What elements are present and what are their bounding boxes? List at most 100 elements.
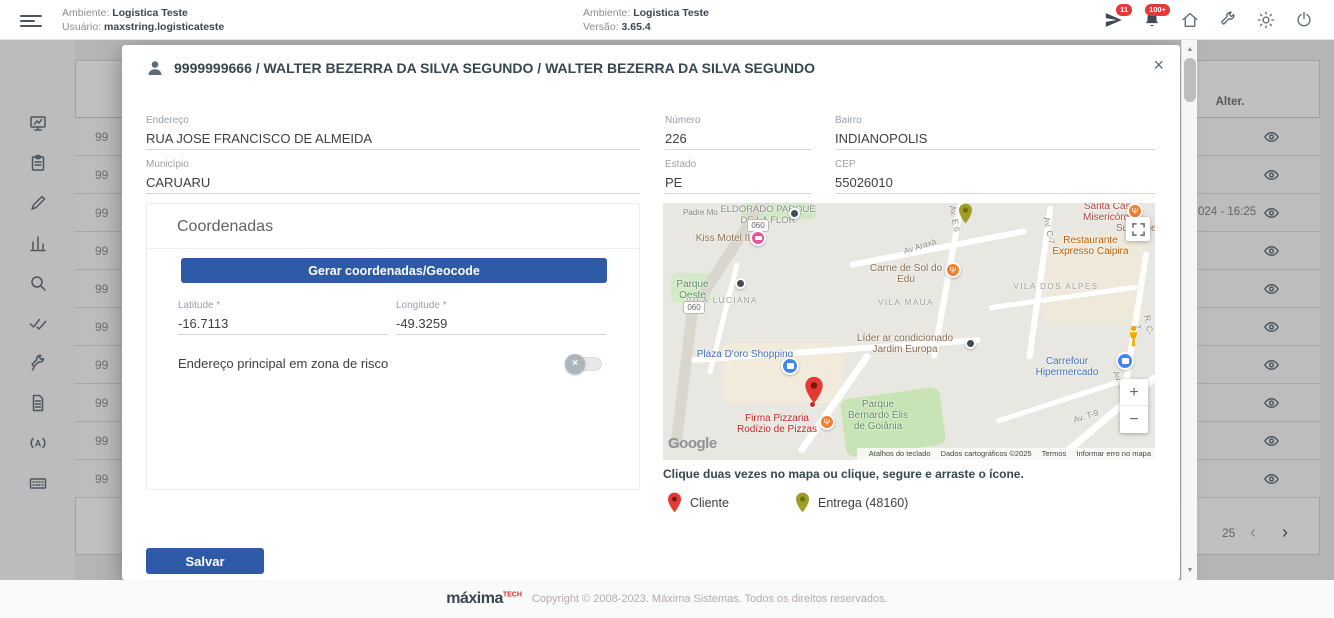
notifications-bell-icon[interactable]: 100+ [1140,8,1164,32]
notifications-badge: 100+ [1145,4,1170,16]
map-label: Carne de Sol do Edu [863,263,949,285]
toggle-knob: × [565,354,585,374]
ambiente-value: Logistica Teste [112,7,188,19]
save-button[interactable]: Salvar [146,548,264,574]
attribution-erro[interactable]: Informar erro no mapa [1076,449,1151,458]
cep-label: CEP [835,159,1155,170]
versao-value: 3.65.4 [622,21,651,33]
longitude-input[interactable] [396,313,606,335]
divider [147,248,639,249]
send-badge: 11 [1116,4,1132,16]
restaurant-poi-icon[interactable]: Ψ [945,262,961,278]
endereco-input[interactable] [146,128,640,150]
logo-text: máxima [446,590,503,607]
estado-input[interactable] [665,172,811,194]
map-label: Plaza D'oro Shopping [695,349,795,360]
latitude-input[interactable] [178,313,388,335]
version-info: Ambiente: Logistica Teste Versão: 3.65.4 [583,6,709,34]
delivery-pin-icon [795,492,810,513]
delivery-pin-marker[interactable] [958,203,973,229]
google-logo[interactable]: Google [668,435,717,452]
legend-cliente: Cliente [667,492,729,513]
longitude-label: Longitude * [396,300,606,311]
field-bairro: Bairro [835,115,1155,150]
field-cep: CEP [835,159,1155,194]
numero-input[interactable] [665,128,811,150]
usuario-label: Usuário: [62,21,101,33]
menu-hamburger-icon[interactable] [20,12,42,28]
supermarket-poi-icon[interactable] [1116,352,1134,370]
scrollbar-thumb[interactable] [1184,58,1196,102]
endereco-label: Endereço [146,115,640,126]
legend-entrega: Entrega (48160) [795,492,908,513]
scroll-down-icon[interactable]: ▼ [1182,563,1198,578]
risk-zone-toggle[interactable]: × [566,357,602,371]
field-longitude: Longitude * [396,300,606,335]
bairro-input[interactable] [835,128,1155,150]
page-footer: máximaTECH Copyright © 2008-2023. Máxima… [0,580,1334,618]
center-ambiente-label: Ambiente: [583,7,630,19]
send-icon[interactable]: 11 [1102,8,1126,32]
shopping-poi-icon[interactable] [781,357,799,375]
coordinates-card: Coordenadas Gerar coordenadas/Geocode La… [146,203,640,490]
legend-cliente-label: Cliente [690,496,729,510]
map-label: Restaurante Expresso Caipira [1048,235,1133,257]
toggle-off-icon: × [572,358,578,369]
field-estado: Estado [665,159,811,194]
municipio-label: Município [146,159,640,170]
zoom-out-button[interactable]: − [1120,406,1148,433]
wrench-icon[interactable] [1216,8,1240,32]
google-logo-text: Google [668,435,717,452]
map-attribution: Atalhos do teclado Dados cartográficos ©… [857,448,1155,460]
attribution-termos[interactable]: Termos [1042,449,1067,458]
environment-info: Ambiente: Logistica Teste Usuário: maxst… [62,6,224,34]
google-map[interactable]: Padre Mo ELDORADO PARQUE DE LA FLOR Sant… [663,203,1155,460]
attribution-dados[interactable]: Dados cartográficos ©2025 [941,449,1032,458]
customer-address-modal: 9999999666 / WALTER BEZERRA DA SILVA SEG… [122,45,1180,580]
client-pin-icon [667,492,682,513]
logo-sub-text: TECH [503,592,522,599]
close-icon[interactable]: × [1153,55,1164,75]
geocode-button[interactable]: Gerar coordenadas/Geocode [181,258,607,283]
fullscreen-icon [1132,223,1145,236]
map-label: Kiss Motel II [688,233,758,244]
field-municipio: Município [146,159,640,194]
app-screen: Ambiente: Logistica Teste Usuário: maxst… [0,0,1334,618]
ambiente-label: Ambiente: [62,7,109,19]
field-endereco: Endereço [146,115,640,150]
modal-title: 9999999666 / WALTER BEZERRA DA SILVA SEG… [174,60,815,76]
scroll-up-icon[interactable]: ▲ [1182,42,1198,57]
usuario-value: maxstring.logisticateste [104,21,224,33]
transit-stop-marker[interactable] [735,278,746,289]
fullscreen-button[interactable] [1126,217,1150,241]
client-pin-marker[interactable] [804,376,824,409]
home-icon[interactable] [1178,8,1202,32]
settings-gear-icon[interactable] [1254,8,1278,32]
bed-glyph [755,236,762,240]
coordinates-title: Coordenadas [177,218,273,236]
transit-stop-marker[interactable] [965,338,976,349]
zoom-in-button[interactable]: + [1120,379,1148,406]
transit-stop-marker[interactable] [789,208,800,219]
map-label: Firma Pizzaria Rodízio de Pizzas [732,413,822,435]
street-view-pegman[interactable] [1127,325,1140,352]
cep-input[interactable] [835,172,1155,194]
maxima-tech-logo: máximaTECH [446,590,522,608]
person-icon [146,59,164,77]
map-label: VILA MAUA [866,297,946,308]
bairro-label: Bairro [835,115,1155,126]
route-badge: 060 [683,301,705,314]
vertical-scrollbar[interactable]: ▲ ▼ [1181,40,1197,580]
logout-icon[interactable] [1292,8,1316,32]
attribution-atalhos[interactable]: Atalhos do teclado [869,449,931,458]
cart-glyph [1122,358,1129,364]
header-actions: 11 100+ [1102,0,1316,40]
map-label: Parque Bernardo Élis de Goiânia [838,399,918,432]
restaurant-poi-icon[interactable]: Ψ [819,414,835,430]
motel-poi-icon[interactable] [750,230,766,246]
municipio-input[interactable] [146,172,640,194]
field-latitude: Latitude * [178,300,388,335]
top-header: Ambiente: Logistica Teste Usuário: maxst… [0,0,1334,40]
map-label: Padre Mo [683,207,718,218]
map-label: Líder ar condicionado Jardim Europa [850,333,960,355]
